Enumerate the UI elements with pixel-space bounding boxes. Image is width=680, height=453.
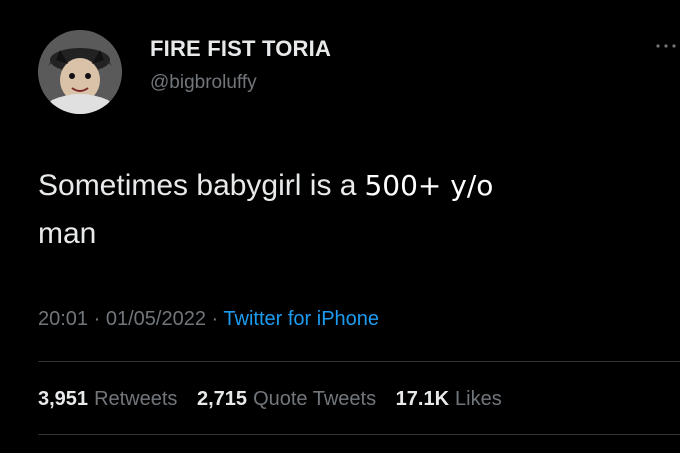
tweet-stats: 3,951 Retweets 2,715 Quote Tweets 17.1K Lik…	[38, 388, 516, 411]
tweet-time[interactable]: 20:01	[38, 308, 88, 330]
tweet-text: Sometimes babygirl is a 500+ y/o man	[38, 162, 648, 258]
likes-count: 17.1K	[395, 388, 450, 410]
quote-tweets-stat[interactable]: 2,715 Quote Tweets	[197, 388, 376, 411]
tweet-text-line-2: man	[38, 217, 97, 250]
likes-stat[interactable]: 17.1K Likes	[396, 388, 502, 411]
tweet-card: FIRE FIST TORIA @bigbroluffy Sometimes b…	[0, 0, 680, 453]
tweet-source-link[interactable]: Twitter for iPhone	[223, 308, 379, 330]
meta-separator: ·	[93, 308, 101, 330]
avatar[interactable]	[38, 30, 122, 114]
avatar-image	[38, 30, 122, 114]
meta-separator: ·	[211, 308, 219, 330]
tweet-text-overlay: 500+ y/o	[364, 169, 494, 202]
quote-tweets-label: Quote Tweets	[253, 388, 377, 410]
display-name[interactable]: FIRE FIST TORIA	[150, 36, 331, 62]
more-options-icon[interactable]	[654, 40, 678, 52]
tweet-text-main: Sometimes babygirl is a	[38, 169, 357, 202]
divider	[38, 434, 680, 435]
divider	[38, 361, 680, 362]
tweet-meta: 20:01 · 01/05/2022 · Twitter for iPhone	[38, 308, 379, 331]
tweet-text-line-1: Sometimes babygirl is a 500+ y/o	[38, 162, 648, 210]
likes-label: Likes	[455, 388, 502, 410]
retweets-label: Retweets	[94, 388, 178, 410]
quote-tweets-count: 2,715	[197, 388, 248, 410]
user-handle[interactable]: @bigbroluffy	[150, 72, 257, 94]
retweets-count: 3,951	[38, 388, 89, 410]
tweet-date[interactable]: 01/05/2022	[106, 308, 206, 330]
retweets-stat[interactable]: 3,951 Retweets	[38, 388, 177, 411]
